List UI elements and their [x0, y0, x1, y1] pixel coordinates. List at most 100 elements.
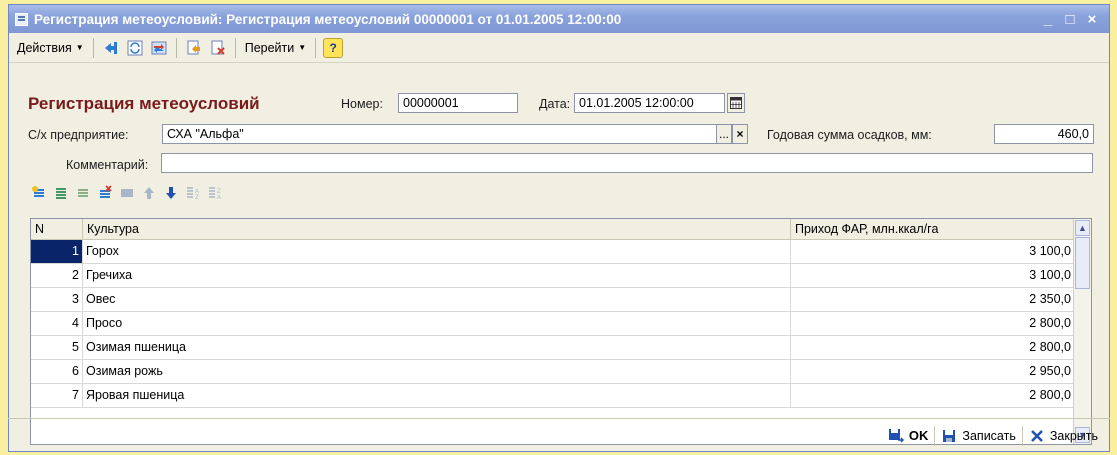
toolbar: Действия ▼ Перейти ▼ ? [9, 33, 1109, 63]
post-document-icon [187, 40, 200, 54]
refresh-icon [127, 40, 143, 55]
edit-row-icon [78, 189, 88, 197]
ok-button[interactable]: OK [882, 424, 935, 448]
sort-ascending-icon: AZ [187, 187, 199, 201]
crop-cell[interactable]: Озимая пшеница [83, 336, 791, 359]
far-cell[interactable]: 2 950,0 [791, 360, 1075, 383]
table-row[interactable]: 1 Горох 3 100,0 [31, 240, 1091, 264]
close-window-button[interactable]: × [1081, 11, 1103, 28]
calendar-icon [730, 97, 742, 109]
comment-field[interactable] [161, 153, 1093, 173]
table-header: N Культура Приход ФАР, млн.ккал/га [31, 219, 1091, 240]
toolbar-separator [92, 37, 94, 58]
date-label: Дата: [539, 97, 571, 111]
maximize-button[interactable]: □ [1059, 11, 1081, 28]
toolbar-separator [175, 37, 177, 58]
exchange-icon [151, 41, 167, 54]
table-row[interactable]: 2 Гречиха 3 100,0 [31, 264, 1091, 288]
row-number: 1 [31, 240, 83, 263]
add-row-button[interactable] [30, 184, 48, 202]
close-button[interactable]: Закрыть [1023, 424, 1104, 448]
table-row[interactable]: 4 Просо 2 800,0 [31, 312, 1091, 336]
enterprise-label: С/х предприятие: [28, 128, 129, 142]
table-row[interactable]: 6 Озимая рожь 2 950,0 [31, 360, 1091, 384]
far-cell[interactable]: 2 350,0 [791, 288, 1075, 311]
floppy-disk-icon [943, 429, 956, 442]
comment-label: Комментарий: [66, 158, 149, 172]
toolbar-separator [315, 37, 317, 58]
unpost-document-button[interactable] [207, 37, 229, 59]
chevron-down-icon: ▼ [298, 43, 307, 52]
ok-label: OK [908, 428, 929, 443]
enterprise-select-button[interactable]: ... [716, 124, 732, 144]
refresh-button[interactable] [124, 37, 146, 59]
add-row-icon [32, 186, 44, 197]
row-number: 5 [31, 336, 83, 359]
sort-desc-button[interactable]: ZA [206, 184, 224, 202]
far-cell[interactable]: 2 800,0 [791, 336, 1075, 359]
far-cell[interactable]: 3 100,0 [791, 240, 1075, 263]
crop-cell[interactable]: Гречиха [83, 264, 791, 287]
row-number: 3 [31, 288, 83, 311]
sort-descending-icon: ZA [209, 187, 221, 201]
toolbar-separator [234, 37, 236, 58]
far-cell[interactable]: 3 100,0 [791, 264, 1075, 287]
end-edit-button[interactable] [118, 184, 136, 202]
save-button[interactable]: Записать [935, 424, 1021, 448]
help-icon: ? [323, 37, 344, 58]
column-header-n[interactable]: N [31, 219, 83, 239]
row-number: 4 [31, 312, 83, 335]
scroll-thumb[interactable] [1075, 237, 1090, 289]
calendar-button[interactable] [727, 93, 745, 113]
table-scrollbar[interactable]: ▲ ▼ [1073, 219, 1091, 444]
crop-cell[interactable]: Горох [83, 240, 791, 263]
crop-cell[interactable]: Озимая рожь [83, 360, 791, 383]
table-row[interactable]: 7 Яровая пшеница 2 800,0 [31, 384, 1091, 408]
post-document-button[interactable] [183, 37, 205, 59]
move-down-button[interactable] [162, 184, 180, 202]
move-up-button[interactable] [140, 184, 158, 202]
goto-menu[interactable]: Перейти ▼ [241, 41, 310, 55]
crop-cell[interactable]: Яровая пшеница [83, 384, 791, 407]
row-number: 2 [31, 264, 83, 287]
far-cell[interactable]: 2 800,0 [791, 312, 1075, 335]
svg-text:Z: Z [195, 195, 199, 201]
number-label: Номер: [341, 97, 383, 111]
crop-cell[interactable]: Просо [83, 312, 791, 335]
precip-field[interactable]: 460,0 [994, 124, 1094, 144]
arrow-left-icon [104, 41, 117, 54]
goto-menu-label: Перейти [244, 40, 295, 55]
date-field[interactable]: 01.01.2005 12:00:00 [574, 93, 725, 113]
far-cell[interactable]: 2 800,0 [791, 384, 1075, 407]
actions-menu[interactable]: Действия ▼ [13, 41, 88, 55]
row-number: 6 [31, 360, 83, 383]
save-close-icon [888, 428, 904, 443]
header-row: Регистрация метеоусловий [28, 94, 260, 114]
exchange-button[interactable] [148, 37, 170, 59]
copy-row-button[interactable] [52, 184, 70, 202]
end-edit-icon [121, 189, 133, 197]
sort-asc-button[interactable]: AZ [184, 184, 202, 202]
column-header-far[interactable]: Приход ФАР, млн.ккал/га [791, 219, 1075, 239]
column-header-crop[interactable]: Культура [83, 219, 791, 239]
document-icon [15, 12, 28, 26]
help-button[interactable]: ? [322, 37, 344, 59]
edit-row-button[interactable] [74, 184, 92, 202]
crop-cell[interactable]: Овес [83, 288, 791, 311]
title-bar[interactable]: Регистрация метеоусловий: Регистрация ме… [9, 5, 1109, 33]
table-toolbar: AZ ZA [30, 184, 224, 202]
enterprise-clear-button[interactable]: × [732, 124, 748, 144]
minimize-button[interactable]: _ [1037, 11, 1059, 28]
footer-bar: OK Записать Закрыть [8, 418, 1110, 452]
precip-label: Годовая сумма осадков, мм: [767, 128, 932, 142]
close-label: Закрыть [1049, 428, 1098, 443]
table-row[interactable]: 3 Овес 2 350,0 [31, 288, 1091, 312]
number-field[interactable]: 00000001 [398, 93, 518, 113]
enter-input-button[interactable] [100, 37, 122, 59]
save-label: Записать [962, 428, 1016, 443]
delete-row-button[interactable] [96, 184, 114, 202]
enterprise-field[interactable]: СХА "Альфа" [162, 124, 717, 144]
scroll-up-icon[interactable]: ▲ [1075, 220, 1090, 236]
svg-text:A: A [217, 195, 221, 201]
table-row[interactable]: 5 Озимая пшеница 2 800,0 [31, 336, 1091, 360]
